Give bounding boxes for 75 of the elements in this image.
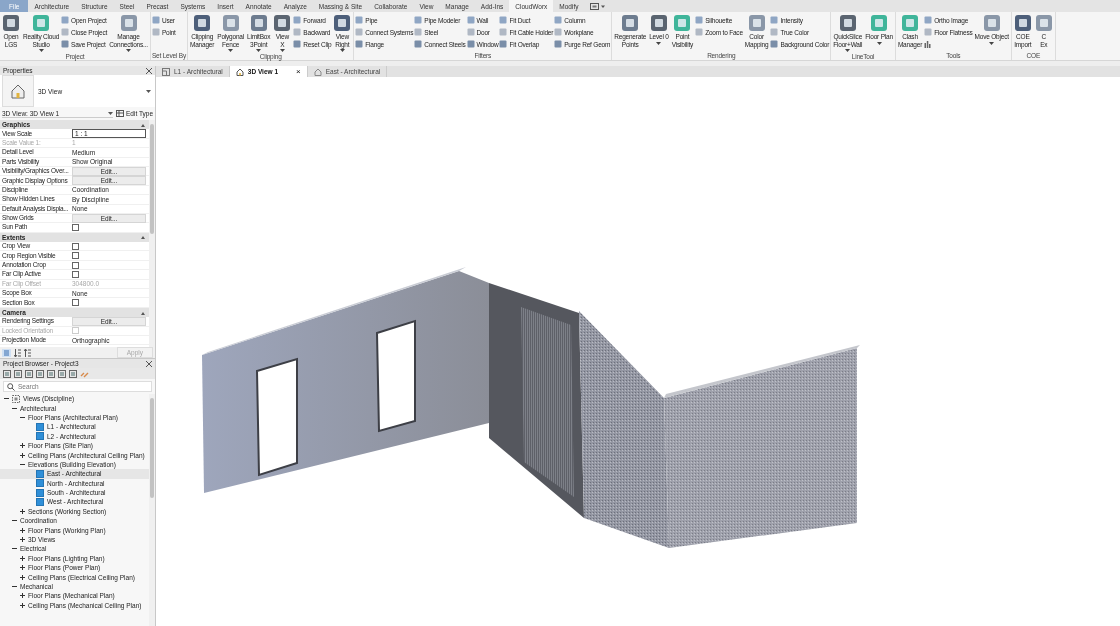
tool-icon	[650, 14, 668, 32]
caret-icon	[228, 49, 234, 52]
expand-icon[interactable]	[20, 508, 25, 514]
scrollbar[interactable]	[149, 120, 155, 347]
toolbar-icon[interactable]	[14, 369, 22, 378]
close-tab-button[interactable]: ×	[296, 67, 301, 76]
tool-icon	[870, 14, 889, 32]
checkbox[interactable]	[72, 270, 79, 278]
window-menu-icon	[590, 2, 607, 10]
tool-icon	[2, 14, 20, 32]
tool-icon	[1013, 14, 1032, 32]
tool-icon	[249, 14, 268, 32]
caret-icon	[108, 111, 113, 115]
caret-icon	[126, 49, 131, 52]
collapse-icon[interactable]	[141, 235, 145, 240]
collapse-icon[interactable]	[12, 546, 17, 552]
house-outline-icon	[313, 67, 322, 76]
collapse-icon[interactable]	[12, 584, 17, 589]
tool-icon	[221, 14, 240, 32]
caret-icon	[146, 89, 151, 93]
tool-icon	[119, 14, 138, 32]
toolbar-icon[interactable]	[36, 369, 44, 378]
tool-icon	[32, 14, 51, 32]
plan-icon	[162, 67, 170, 76]
toolbar-icon[interactable]	[3, 369, 11, 378]
expand-icon[interactable]	[20, 452, 25, 458]
toolbar-icon[interactable]	[47, 369, 55, 378]
expand-icon[interactable]	[20, 537, 25, 543]
checkbox[interactable]	[72, 261, 79, 269]
tool-icon	[747, 14, 766, 32]
caret-icon	[989, 41, 995, 45]
toolbar-icon[interactable]	[25, 369, 33, 378]
sort-icon[interactable]	[14, 348, 21, 357]
expand-icon[interactable]	[20, 565, 25, 571]
close-icon[interactable]	[146, 67, 152, 74]
toolbar-icon[interactable]	[58, 369, 66, 378]
checkbox[interactable]	[72, 242, 79, 250]
caret-icon	[876, 41, 882, 45]
caret-icon	[279, 49, 285, 52]
caret-icon	[38, 49, 44, 52]
collapse-icon[interactable]	[20, 461, 25, 467]
expand-icon[interactable]	[20, 443, 25, 449]
collapse-icon[interactable]	[141, 122, 145, 127]
expand-icon[interactable]	[20, 574, 25, 580]
grid-icon	[116, 110, 124, 117]
chart-icon[interactable]	[924, 40, 932, 48]
scrollbar[interactable]	[149, 394, 155, 626]
checkbox[interactable]	[72, 252, 79, 260]
expand-icon[interactable]	[20, 593, 25, 599]
checkbox[interactable]	[72, 224, 79, 231]
expand-icon[interactable]	[20, 555, 25, 561]
checkbox[interactable]	[72, 299, 79, 307]
caret-icon	[845, 49, 851, 52]
house-icon	[10, 83, 26, 99]
expand-icon[interactable]	[20, 602, 25, 608]
tool-icon	[673, 14, 692, 32]
tool-icon	[838, 14, 857, 32]
tool-icon	[333, 14, 352, 32]
tool-icon	[621, 14, 640, 32]
caret-icon	[339, 49, 345, 52]
collapse-icon[interactable]	[141, 310, 145, 315]
caret-icon	[656, 41, 662, 45]
tool-icon	[1034, 14, 1053, 32]
close-icon[interactable]	[146, 360, 152, 367]
search-icon	[7, 382, 15, 391]
sort-icon[interactable]	[24, 348, 31, 357]
tool-icon	[901, 14, 919, 32]
views-icon	[12, 394, 20, 403]
collapse-icon[interactable]	[12, 518, 17, 524]
tool-icon	[193, 14, 212, 32]
caret-icon	[256, 49, 262, 52]
toolbar-icon[interactable]	[69, 369, 77, 378]
house-icon	[235, 67, 244, 76]
expand-icon[interactable]	[20, 527, 25, 533]
tool-icon	[982, 14, 1001, 32]
